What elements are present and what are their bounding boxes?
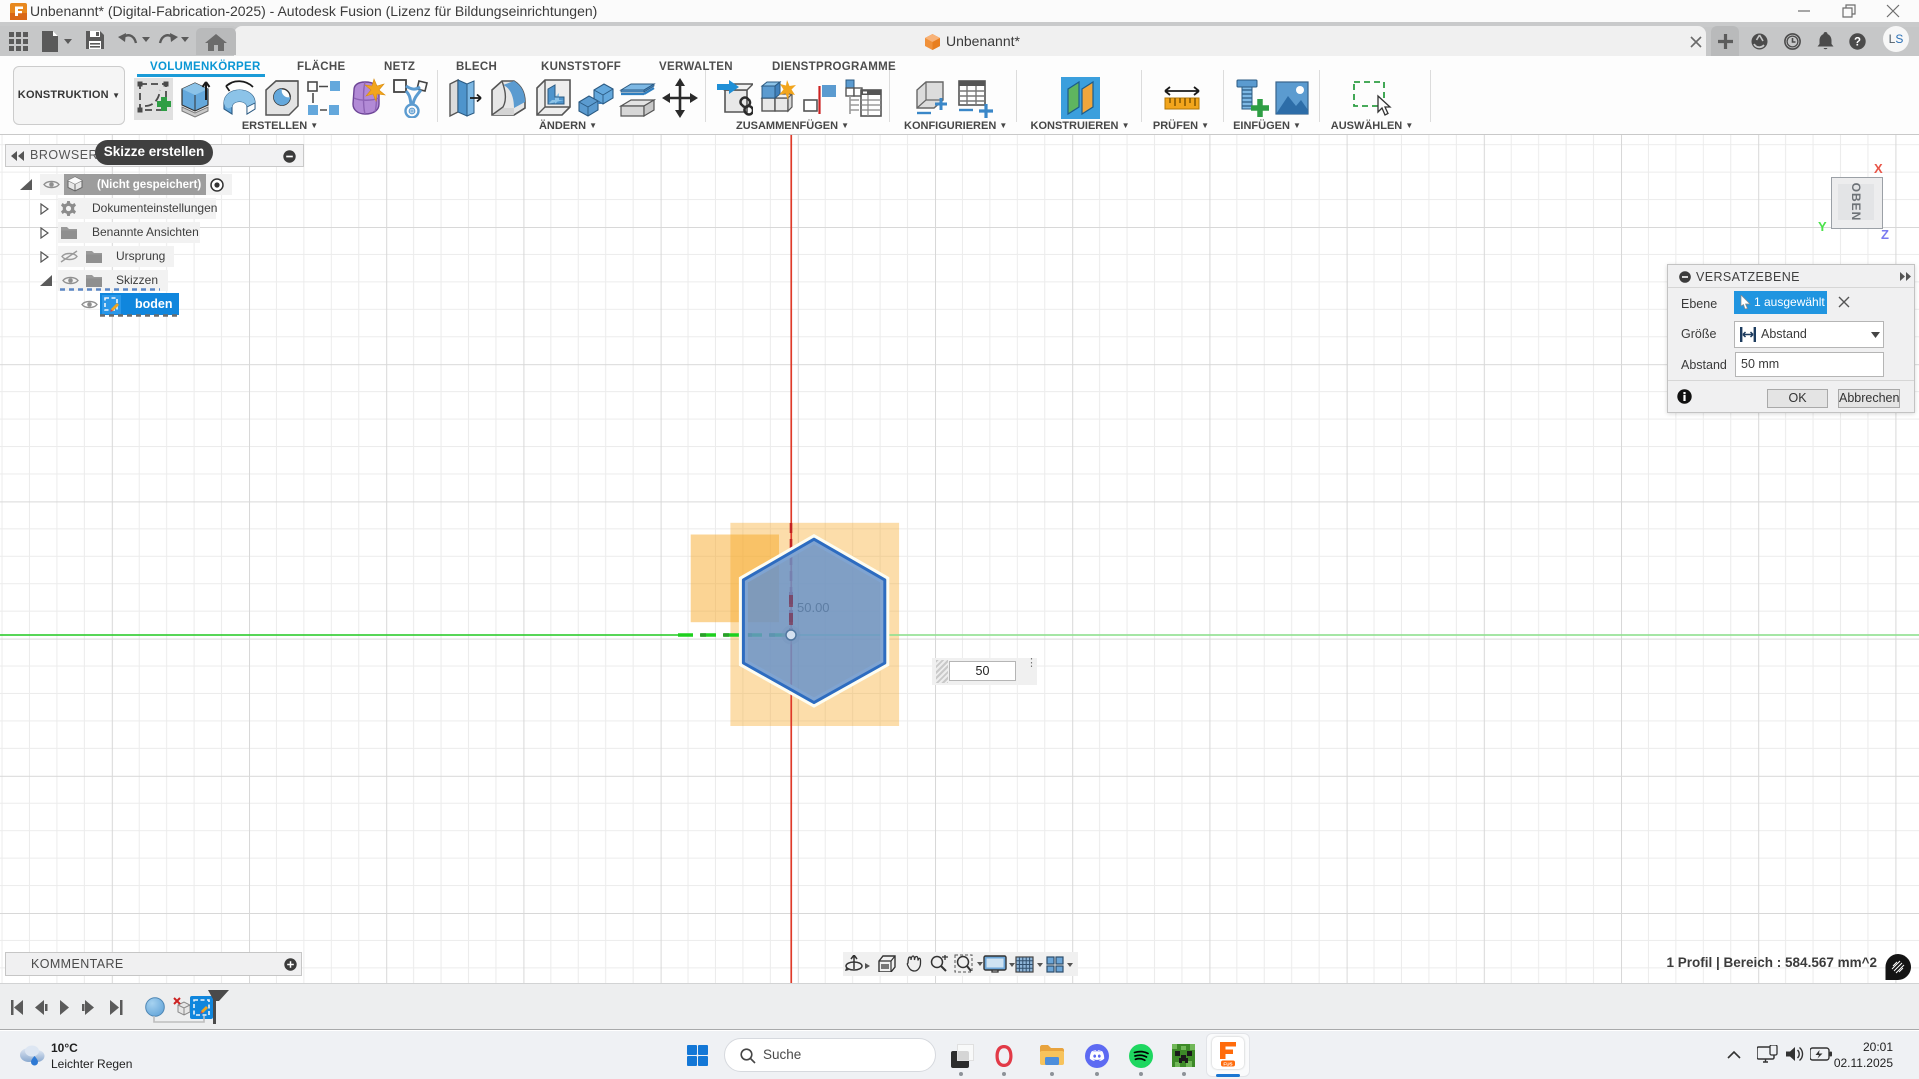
svg-text:?: ? <box>1854 37 1861 49</box>
svg-text:50.00: 50.00 <box>797 600 830 615</box>
svg-text:FUS: FUS <box>1223 1061 1232 1066</box>
